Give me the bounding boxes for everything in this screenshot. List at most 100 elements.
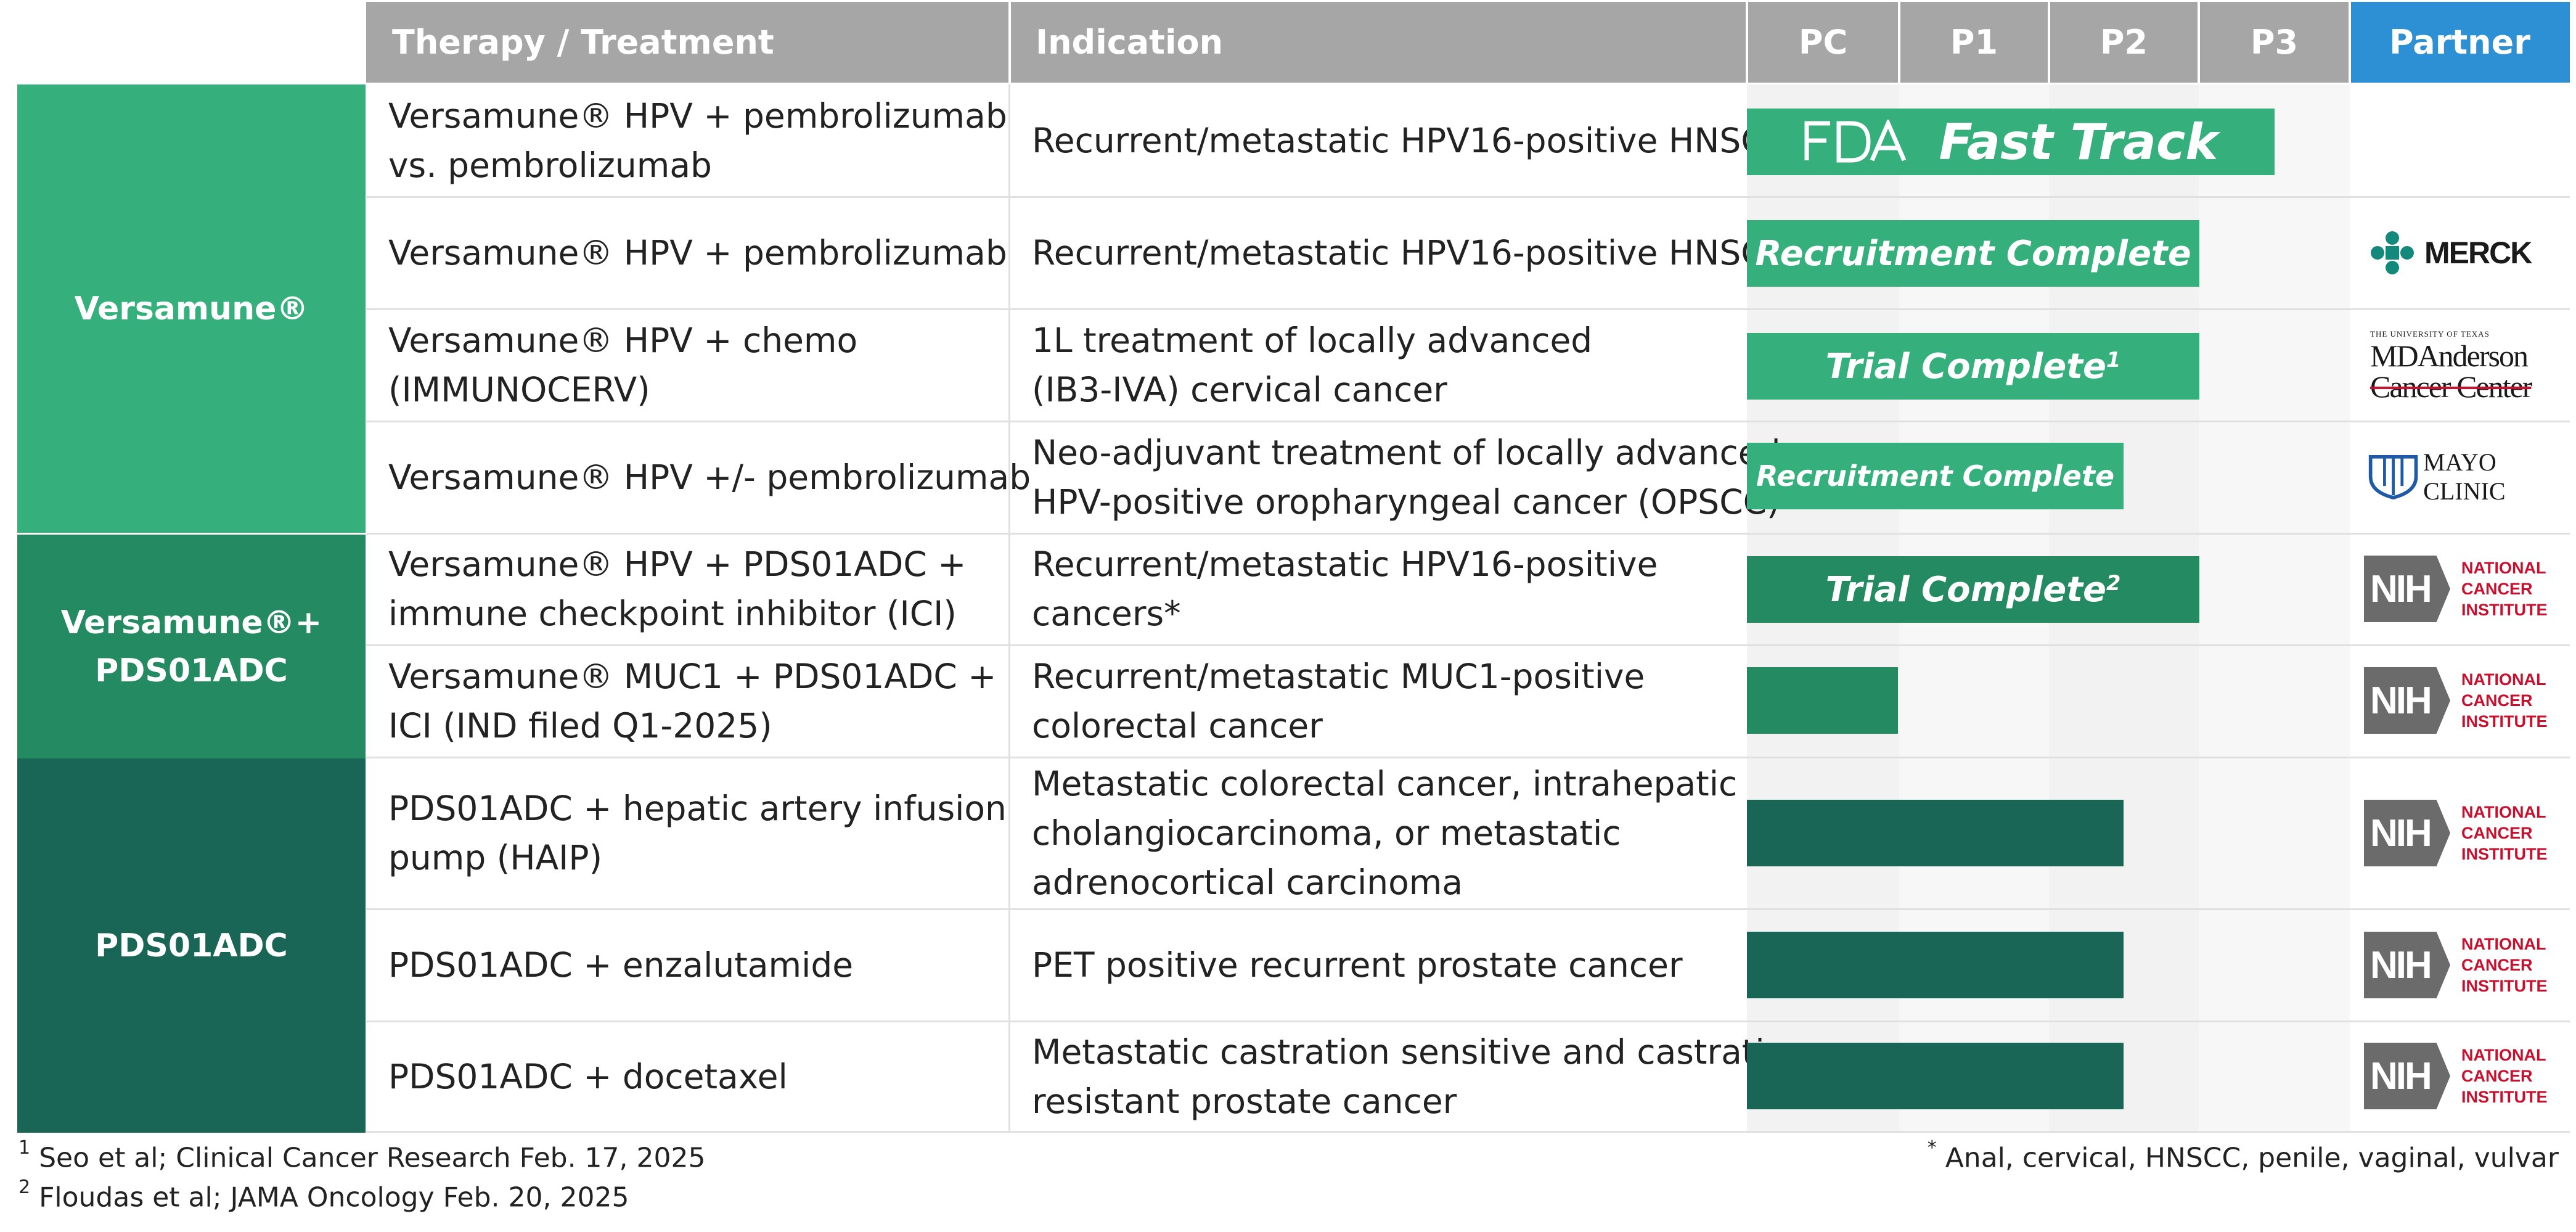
therapy-cell: PDS01ADC + hepatic artery infusion pump … [388, 758, 1007, 908]
pipeline-bar [1747, 800, 2124, 866]
footnote-ref: 2 [2106, 571, 2121, 596]
header-divider [1898, 2, 1900, 83]
pipeline-bar: Recruitment Complete [1747, 443, 2124, 509]
indication-line: Recurrent/metastatic HPV16-positive HNSC… [1032, 232, 1789, 273]
header-divider [1746, 2, 1748, 83]
indication-line: (IB3-IVA) cervical cancer [1032, 369, 1447, 409]
therapy-line: PDS01ADC + hepatic artery infusion [388, 789, 1007, 828]
indication-line: adrenocortical carcinoma [1032, 863, 1463, 902]
group-pds01adc: PDS01ADC [17, 758, 366, 1133]
nih-text-line: INSTITUTE [2461, 845, 2548, 863]
pipeline-bar: Recruitment Complete [1747, 220, 2199, 287]
nih-logo: NIH NATIONAL CANCER INSTITUTE [2364, 932, 2548, 998]
indication-line: Metastatic colorectal cancer, intrahepat… [1032, 764, 1738, 803]
fda-logo [1803, 120, 1908, 164]
bar-label: Fast Track [1939, 113, 2218, 171]
nih-text-line: INSTITUTE [2461, 601, 2548, 619]
therapy-cell: PDS01ADC + enzalutamide [388, 910, 853, 1021]
group-versamune-pds01adc: Versamune®+ PDS01ADC [17, 535, 366, 758]
footnote-mark: 1 [18, 1137, 31, 1159]
therapy-cell: Versamune® HPV + PDS01ADC + immune check… [388, 533, 966, 644]
header-divider [2349, 2, 2351, 83]
mdanderson-line2: Cancer Center [2370, 369, 2532, 404]
mdanderson-line1: MDAnderson [2370, 339, 2529, 373]
therapy-line: Versamune® HPV +/- pembrolizumab [388, 457, 1031, 497]
nih-box: NIH [2364, 1043, 2450, 1109]
therapy-cell: PDS01ADC + docetaxel [388, 1022, 788, 1131]
indication-line: Recurrent/metastatic HPV16-positive HNSC… [1032, 120, 1789, 160]
header-partner: Partner [2350, 2, 2570, 83]
pipeline-bar: Fast Track [1747, 109, 2275, 175]
nih-logo: NIH NATIONAL CANCER INSTITUTE [2364, 800, 2548, 866]
footnote-text: Seo et al; Clinical Cancer Research Feb.… [39, 1142, 706, 1174]
indication-line: Recurrent/metastatic HPV16-positive [1032, 544, 1658, 584]
nih-logo: NIH NATIONAL CANCER INSTITUTE [2364, 667, 2548, 734]
nih-text-line: CANCER [2461, 824, 2533, 842]
nih-text-line: NATIONAL [2461, 559, 2546, 577]
pipeline-bar: Trial Complete 1 [1747, 333, 2199, 400]
therapy-cell: Versamune® MUC1 + PDS01ADC + ICI (IND fi… [388, 646, 996, 757]
therapy-line: (IMMUNOCERV) [388, 369, 650, 409]
therapy-cell: Versamune® HPV +/- pembrolizumab [388, 421, 1031, 533]
therapy-line: PDS01ADC + enzalutamide [388, 945, 854, 985]
nih-box: NIH [2364, 932, 2450, 998]
pipeline-bar [1747, 667, 1898, 734]
therapy-cell: Versamune® HPV + chemo (IMMUNOCERV) [388, 309, 857, 421]
indication-cell: PET positive recurrent prostate cancer [1032, 910, 1683, 1021]
indication-line: PET positive recurrent prostate cancer [1032, 945, 1683, 985]
indication-line: cholangiocarcinoma, or metastatic [1032, 813, 1621, 853]
bar-label: Recruitment Complete [1756, 459, 2115, 493]
footnote-ref: 1 [2106, 348, 2121, 372]
nih-text: NATIONAL CANCER INSTITUTE [2461, 802, 2548, 864]
therapy-cell: Versamune® HPV + pembrolizumab vs. pembr… [388, 84, 1007, 196]
nih-text-line: CANCER [2461, 956, 2533, 974]
pipeline-bar [1747, 932, 2124, 998]
header-phase-pc: PC [1747, 2, 1899, 83]
bar-label: Recruitment Complete [1755, 233, 2191, 274]
bar-label: Trial Complete [1825, 569, 2106, 610]
pipeline-bar: Trial Complete 2 [1747, 556, 2199, 623]
header-phase-p1: P1 [1899, 2, 2049, 83]
therapy-line: Versamune® HPV + pembrolizumab [388, 96, 1007, 136]
group-versamune: Versamune® [17, 84, 366, 533]
header-divider [2198, 2, 2200, 83]
therapy-line: immune checkpoint inhibitor (ICI) [388, 594, 957, 633]
bar-label: Trial Complete [1825, 346, 2106, 387]
nih-text: NATIONAL CANCER INSTITUTE [2461, 669, 2548, 732]
nih-text-line: INSTITUTE [2461, 977, 2548, 995]
footnote-2: 2 Floudas et al; JAMA Oncology Feb. 20, … [18, 1177, 629, 1214]
nih-text-line: NATIONAL [2461, 1046, 2546, 1064]
indication-cell: Recurrent/metastatic HPV16-positive HNSC… [1032, 197, 1788, 308]
merck-wordmark: MERCK [2424, 236, 2532, 270]
nih-text: NATIONAL CANCER INSTITUTE [2461, 934, 2548, 996]
pipeline-bar [1747, 1043, 2124, 1109]
footnote-star: * Anal, cervical, HNSCC, penile, vaginal… [1928, 1137, 2559, 1174]
footnote-mark: 2 [18, 1177, 31, 1198]
therapy-cell: Versamune® HPV + pembrolizumab [388, 197, 1007, 308]
indication-line: 1L treatment of locally advanced [1032, 320, 1593, 360]
nih-text: NATIONAL CANCER INSTITUTE [2461, 1045, 2548, 1107]
mayo-shield-icon [2368, 454, 2418, 499]
nih-box: NIH [2364, 667, 2450, 734]
indication-line: resistant prostate cancer [1032, 1082, 1457, 1121]
header-phase-p3: P3 [2199, 2, 2350, 83]
footnote-text: Floudas et al; JAMA Oncology Feb. 20, 20… [39, 1181, 629, 1214]
footnote-1: 1 Seo et al; Clinical Cancer Research Fe… [18, 1137, 706, 1174]
nih-box: NIH [2364, 556, 2450, 622]
group-label: PDS01ADC [95, 652, 288, 689]
mayo-wordmark: MAYO CLINIC [2423, 448, 2506, 505]
column-divider [1008, 84, 1010, 1133]
group-label: Versamune® [74, 290, 309, 327]
group-label: Versamune®+ [60, 604, 322, 641]
indication-cell: Recurrent/metastatic HPV16-positive HNSC… [1032, 84, 1788, 196]
indication-cell: Metastatic castration sensitive and cast… [1032, 1022, 1807, 1131]
indication-cell: Neo-adjuvant treatment of locally advanc… [1032, 421, 1781, 533]
nih-text-line: INSTITUTE [2461, 1088, 2548, 1106]
indication-line: Neo-adjuvant treatment of locally advanc… [1032, 432, 1781, 472]
phase-column-p3 [2199, 84, 2350, 1133]
mdanderson-logo: THE UNIVERSITY OF TEXAS MDAnderson Cance… [2370, 328, 2532, 404]
therapy-line: Versamune® HPV + PDS01ADC + [388, 544, 967, 584]
indication-line: Metastatic castration sensitive and cast… [1032, 1032, 1807, 1072]
indication-cell: 1L treatment of locally advanced (IB3-IV… [1032, 309, 1592, 421]
nih-text-line: INSTITUTE [2461, 712, 2548, 731]
